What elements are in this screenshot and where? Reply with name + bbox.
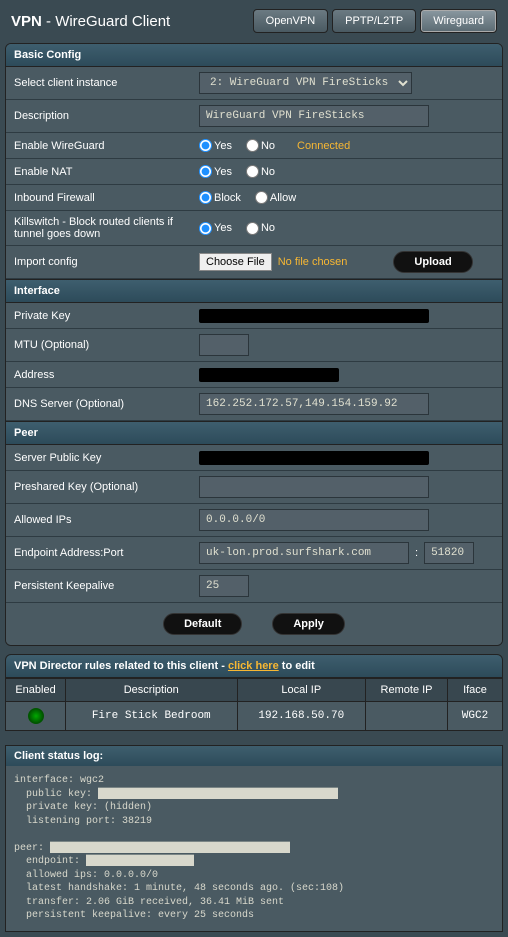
description-label: Description <box>14 110 199 122</box>
private-key-label: Private Key <box>14 310 199 322</box>
connection-status: Connected <box>297 140 350 152</box>
inbound-fw-allow[interactable] <box>255 191 268 204</box>
dns-input[interactable] <box>199 393 429 415</box>
endpoint-host-input[interactable] <box>199 542 409 564</box>
upload-button[interactable]: Upload <box>393 251 472 273</box>
address-input[interactable] <box>199 368 339 382</box>
killswitch-no[interactable] <box>246 222 259 235</box>
director-heading: VPN Director rules related to this clien… <box>5 654 503 678</box>
page-title: VPN - WireGuard Client <box>11 13 253 30</box>
mtu-label: MTU (Optional) <box>14 339 199 351</box>
allowed-ips-input[interactable] <box>199 509 429 531</box>
server-pubkey-input[interactable] <box>199 451 429 465</box>
col-enabled: Enabled <box>6 679 66 702</box>
inbound-fw-block[interactable] <box>199 191 212 204</box>
endpoint-label: Endpoint Address:Port <box>14 547 199 559</box>
director-edit-link[interactable]: click here <box>228 660 279 672</box>
col-description: Description <box>66 679 238 702</box>
instance-select[interactable]: 2: WireGuard VPN FireSticks <box>199 72 412 94</box>
apply-button[interactable]: Apply <box>272 613 345 635</box>
row-remote-ip <box>366 702 448 731</box>
row-local-ip: 192.168.50.70 <box>237 702 366 731</box>
protocol-tabs: OpenVPN PPTP/L2TP Wireguard <box>253 9 497 33</box>
table-row: Fire Stick Bedroom 192.168.50.70 WGC2 <box>6 702 503 731</box>
killswitch-label: Killswitch - Block routed clients if tun… <box>14 216 199 240</box>
col-iface: Iface <box>448 679 503 702</box>
dns-label: DNS Server (Optional) <box>14 398 199 410</box>
killswitch-yes[interactable] <box>199 222 212 235</box>
enable-toggle-icon[interactable] <box>28 708 44 724</box>
allowed-ips-label: Allowed IPs <box>14 514 199 526</box>
log-output: interface: wgc2 public key: ████████████… <box>6 766 502 931</box>
server-pubkey-label: Server Public Key <box>14 452 199 464</box>
file-status: No file chosen <box>278 256 348 268</box>
enable-wg-no[interactable] <box>246 139 259 152</box>
config-panel: Basic Config Select client instance 2: W… <box>5 43 503 646</box>
row-description: Fire Stick Bedroom <box>66 702 238 731</box>
mtu-input[interactable] <box>199 334 249 356</box>
inbound-fw-label: Inbound Firewall <box>14 192 199 204</box>
enable-nat-label: Enable NAT <box>14 166 199 178</box>
enable-wg-label: Enable WireGuard <box>14 140 199 152</box>
enable-wg-yes[interactable] <box>199 139 212 152</box>
tab-wireguard[interactable]: Wireguard <box>420 9 497 33</box>
tab-pptp[interactable]: PPTP/L2TP <box>332 9 416 33</box>
import-config-label: Import config <box>14 256 199 268</box>
choose-file-button[interactable]: Choose File <box>199 253 272 271</box>
keepalive-input[interactable] <box>199 575 249 597</box>
col-local-ip: Local IP <box>237 679 366 702</box>
description-input[interactable] <box>199 105 429 127</box>
psk-label: Preshared Key (Optional) <box>14 481 199 493</box>
log-heading: Client status log: <box>6 746 502 766</box>
section-peer: Peer <box>6 421 502 445</box>
instance-label: Select client instance <box>14 77 199 89</box>
keepalive-label: Persistent Keepalive <box>14 580 199 592</box>
address-label: Address <box>14 369 199 381</box>
section-interface: Interface <box>6 279 502 303</box>
log-panel: Client status log: interface: wgc2 publi… <box>5 745 503 932</box>
director-table: Enabled Description Local IP Remote IP I… <box>5 678 503 731</box>
row-iface: WGC2 <box>448 702 503 731</box>
endpoint-port-input[interactable] <box>424 542 474 564</box>
default-button[interactable]: Default <box>163 613 242 635</box>
col-remote-ip: Remote IP <box>366 679 448 702</box>
section-basic: Basic Config <box>6 44 502 67</box>
private-key-input[interactable] <box>199 309 429 323</box>
enable-nat-no[interactable] <box>246 165 259 178</box>
tab-openvpn[interactable]: OpenVPN <box>253 9 329 33</box>
psk-input[interactable] <box>199 476 429 498</box>
enable-nat-yes[interactable] <box>199 165 212 178</box>
